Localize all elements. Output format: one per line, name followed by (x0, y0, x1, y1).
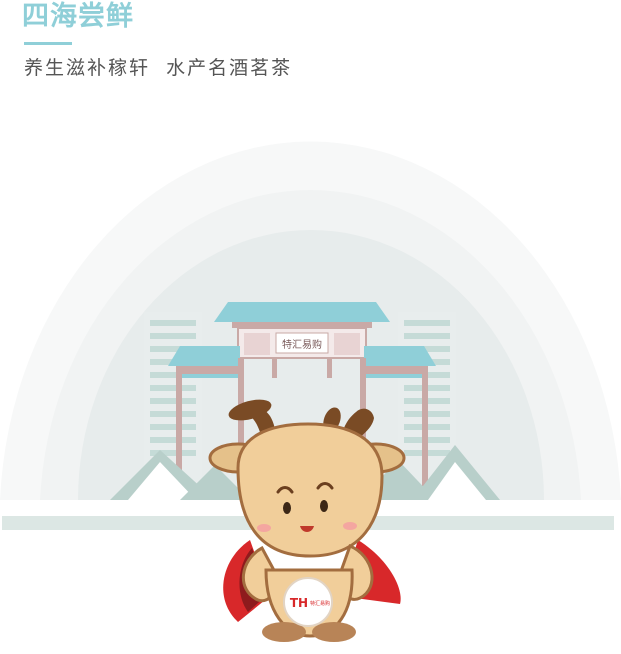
gate-sign-text: 特汇易购 (282, 338, 322, 351)
mascot-badge-subtext: 特汇易购 (310, 600, 330, 607)
illustration-scene: 特汇易购 TH 特汇易购 (0, 141, 621, 642)
mascot-badge-text: TH (290, 596, 308, 610)
